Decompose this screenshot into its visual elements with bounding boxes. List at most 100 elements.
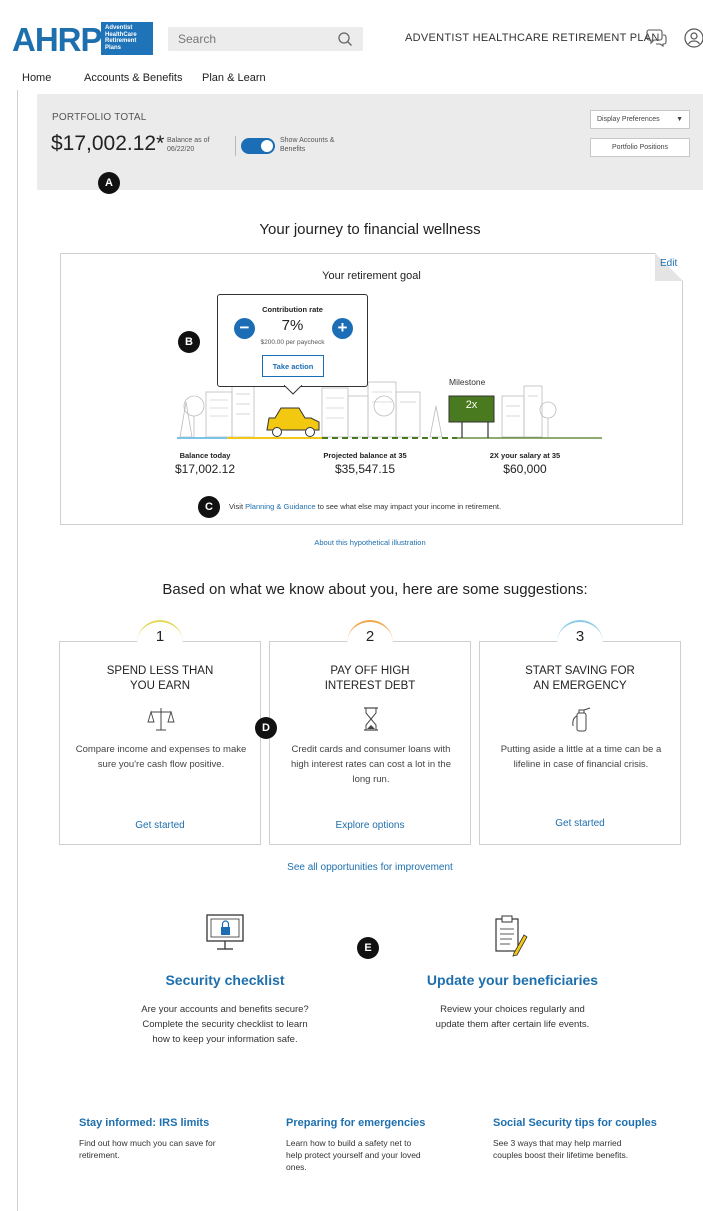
badge-b: B <box>178 331 200 353</box>
as-of-date: 06/22/20 <box>167 146 195 153</box>
badge-a: A <box>98 172 120 194</box>
portfolio-label: PORTFOLIO TOTAL <box>52 112 147 123</box>
edit-goal-link[interactable]: Edit <box>660 258 677 269</box>
suggestion-card-2: PAY OFF HIGH INTEREST DEBT Credit cards … <box>269 641 471 845</box>
search-placeholder: Search <box>178 32 217 46</box>
stat-2x-salary-label: 2X your salary at 35 <box>489 451 561 460</box>
article-text-line: retirement. <box>79 1150 120 1160</box>
visit-suffix: to see what else may impact your income … <box>315 502 502 511</box>
article-text-line: help protect yourself and your loved <box>286 1150 421 1160</box>
card-title: SPEND LESS THAN YOU EARN <box>60 664 260 694</box>
get-started-link[interactable]: Get started <box>480 818 680 829</box>
article-emergencies-text: Learn how to build a safety net to help … <box>286 1137 466 1173</box>
planning-guidance-link[interactable]: Planning & Guidance <box>245 502 315 511</box>
stat-projected-value: $35,547.15 <box>334 462 396 476</box>
popup-pointer <box>284 385 302 395</box>
fire-extinguisher-icon <box>572 707 591 732</box>
explore-options-link[interactable]: Explore options <box>270 820 470 831</box>
stat-2x-salary-value: $60,000 <box>503 462 547 476</box>
per-paycheck-amount: $200.00 per paycheck <box>260 339 325 346</box>
portfolio-summary: PORTFOLIO TOTAL $17,002.12* Balance as o… <box>37 94 703 190</box>
card-title-line: INTEREST DEBT <box>324 680 416 692</box>
suggestion-card-3: START SAVING FOR AN EMERGENCY Putting as… <box>479 641 681 845</box>
feature-text-line: Are your accounts and benefits secure? <box>141 1004 309 1015</box>
feature-text-line: Review your choices regularly and <box>440 1004 585 1015</box>
hourglass-icon <box>364 707 378 731</box>
card-title-line: PAY OFF HIGH <box>330 665 410 677</box>
visit-prefix: Visit <box>229 502 246 511</box>
show-accounts-toggle[interactable] <box>241 138 275 154</box>
security-checklist-link[interactable]: Security checklist <box>100 972 350 988</box>
take-action-button[interactable]: Take action <box>262 355 324 377</box>
article-text-line: Find out how much you can save for <box>79 1138 216 1148</box>
toggle-label-line: Benefits <box>280 146 306 153</box>
badge-e: E <box>357 937 379 959</box>
nav-home[interactable]: Home <box>22 72 51 84</box>
feature-text-line: how to keep your information safe. <box>152 1034 298 1045</box>
card-title-line: START SAVING FOR <box>525 665 635 677</box>
badge-c: C <box>198 496 220 518</box>
card-text: Credit cards and consumer loans with hig… <box>290 744 451 785</box>
feature-text-line: Complete the security checklist to learn <box>142 1019 308 1030</box>
step-number-2: 2 <box>347 620 393 666</box>
article-text-line: ones. <box>286 1162 307 1172</box>
search-icon[interactable] <box>337 31 353 47</box>
see-all-opportunities-link[interactable]: See all opportunities for improvement <box>0 862 703 873</box>
monitor-lock-icon <box>206 914 244 950</box>
toggle-knob <box>261 140 273 152</box>
milestone-label: Milestone <box>449 377 486 387</box>
plan-title: ADVENTIST HEALTHCARE RETIREMENT PLAN <box>405 32 660 44</box>
balance-as-of: Balance as of 06/22/20 <box>167 136 209 154</box>
card-title-line: YOU EARN <box>129 680 191 692</box>
toggle-label: Show Accounts & Benefits <box>280 136 350 154</box>
caret-down-icon: ▼ <box>676 116 683 123</box>
ahrp-logo[interactable]: AHRP Adventist HealthCare Retirement Pla… <box>12 21 153 58</box>
increase-rate-button[interactable]: + <box>332 318 353 339</box>
logo-box: Adventist HealthCare Retirement Plans <box>101 22 153 55</box>
card-text: Compare income and expenses to make sure… <box>75 744 247 770</box>
about-illustration-link[interactable]: About this hypothetical illustration <box>0 538 703 547</box>
car-icon <box>266 407 320 437</box>
article-text-line: See 3 ways that may help married <box>493 1138 622 1148</box>
portfolio-amount: $17,002.12* <box>51 132 165 155</box>
logo-text: AHRP <box>12 21 103 58</box>
contribution-rate-popup: Contribution rate − 7% + $200.00 per pay… <box>217 294 368 387</box>
divider <box>235 136 236 156</box>
display-preferences-label: Display Preferences <box>597 116 660 123</box>
suggestion-card-1: SPEND LESS THAN YOU EARN Compare income … <box>59 641 261 845</box>
card-text: Putting aside a little at a time can be … <box>500 744 662 770</box>
card-title-line: SPEND LESS THAN <box>106 665 214 677</box>
clipboard-pencil-icon <box>495 915 528 957</box>
nav-accounts-benefits[interactable]: Accounts & Benefits <box>84 72 182 84</box>
badge-d: D <box>255 717 277 739</box>
security-checklist-text: Are your accounts and benefits secure? C… <box>90 1002 360 1047</box>
journey-heading: Your journey to financial wellness <box>259 221 481 238</box>
article-emergencies-link[interactable]: Preparing for emergencies <box>286 1117 425 1129</box>
search-input[interactable]: Search <box>168 27 363 51</box>
milestone-value: 2x <box>465 399 478 411</box>
update-beneficiaries-text: Review your choices regularly and update… <box>395 1002 630 1032</box>
article-text-line: Learn how to build a safety net to <box>286 1138 412 1148</box>
visit-planning-text: Visit Planning & Guidance to see what el… <box>229 502 501 511</box>
suggestions-heading: Based on what we know about you, here ar… <box>162 581 588 598</box>
article-irs-limits-link[interactable]: Stay informed: IRS limits <box>79 1117 209 1129</box>
toggle-label-line: Show Accounts & <box>280 137 335 144</box>
scale-icon <box>147 708 175 731</box>
article-text-line: couples boost their lifetime benefits. <box>493 1150 629 1160</box>
article-irs-limits-text: Find out how much you can save for retir… <box>79 1137 259 1161</box>
article-social-security-text: See 3 ways that may help married couples… <box>493 1137 693 1161</box>
step-number-1: 1 <box>137 620 183 666</box>
nav-plan-learn[interactable]: Plan & Learn <box>202 72 266 84</box>
goal-title: Your retirement goal <box>322 270 421 282</box>
chat-icon[interactable] <box>646 27 668 49</box>
feature-text-line: update them after certain life events. <box>435 1019 590 1030</box>
stat-projected-label: Projected balance at 35 <box>323 451 407 460</box>
user-icon[interactable] <box>683 27 703 49</box>
card-title: START SAVING FOR AN EMERGENCY <box>480 664 680 694</box>
popup-title: Contribution rate <box>262 305 323 314</box>
article-social-security-link[interactable]: Social Security tips for couples <box>493 1117 657 1129</box>
update-beneficiaries-link[interactable]: Update your beneficiaries <box>395 972 630 988</box>
portfolio-positions-button[interactable]: Portfolio Positions <box>590 138 690 157</box>
display-preferences-dropdown[interactable]: Display Preferences ▼ <box>590 110 690 129</box>
get-started-link[interactable]: Get started <box>60 820 260 831</box>
